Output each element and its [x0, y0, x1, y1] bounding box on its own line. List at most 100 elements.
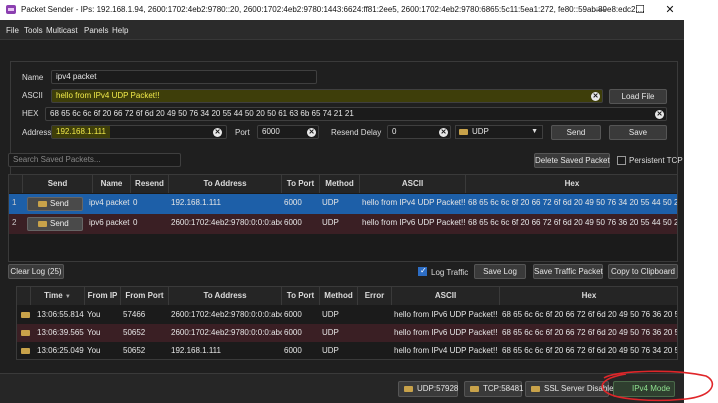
- menu-panels[interactable]: Panels: [84, 26, 108, 35]
- clear-hex-icon[interactable]: ✕: [655, 110, 664, 119]
- menu-multicast[interactable]: Multicast: [46, 26, 78, 35]
- traffic-log-table: Time ▼ From IP From Port To Address To P…: [16, 286, 678, 360]
- log-traffic-checkbox[interactable]: [418, 266, 427, 276]
- cell-hex: 68 65 6c 6c 6f 20 66 72 6f 6d 20 49 50 7…: [502, 346, 678, 355]
- load-file-button[interactable]: Load File: [609, 89, 667, 104]
- clear-address-icon[interactable]: ✕: [213, 128, 222, 137]
- col-method[interactable]: Method: [320, 287, 358, 305]
- menu-file[interactable]: File: [6, 26, 19, 35]
- send-icon: [38, 201, 47, 207]
- protocol-icon: [459, 129, 468, 135]
- clear-ascii-icon[interactable]: ✕: [591, 92, 600, 101]
- row-index-header: [17, 287, 31, 305]
- col-to-address[interactable]: To Address: [169, 175, 282, 193]
- col-resend[interactable]: Resend: [131, 175, 169, 193]
- udp-port-button[interactable]: UDP:57928: [398, 381, 458, 397]
- ssl-server-button[interactable]: SSL Server Disabled: [525, 381, 618, 397]
- ascii-label: ASCII: [22, 91, 43, 100]
- menu-help[interactable]: Help: [112, 26, 128, 35]
- col-time-label: Time: [44, 291, 63, 300]
- cell-ascii: hello from IPv4 UDP Packet!!: [394, 346, 498, 355]
- send-button[interactable]: Send: [551, 125, 601, 140]
- ascii-input[interactable]: hello from IPv4 UDP Packet!!: [51, 89, 603, 103]
- cell-to-port: 6000: [284, 310, 302, 319]
- col-error[interactable]: Error: [358, 287, 392, 305]
- desktop-background: [684, 0, 718, 403]
- save-button[interactable]: Save: [609, 125, 667, 140]
- app-icon: [6, 5, 16, 14]
- col-from-port[interactable]: From Port: [121, 287, 169, 305]
- col-to-address[interactable]: To Address: [169, 287, 282, 305]
- hex-input[interactable]: 68 65 6c 6c 6f 20 66 72 6f 6d 20 49 50 7…: [45, 107, 667, 121]
- col-ascii[interactable]: ASCII: [360, 175, 466, 193]
- hex-label: HEX: [22, 109, 39, 118]
- table-row[interactable]: 13:06:25.049 You 50652 192.168.1.111 600…: [17, 342, 678, 359]
- cell-time: 13:06:39.565: [37, 328, 84, 337]
- tcp-port-label: TCP:58481: [483, 384, 524, 393]
- table-row[interactable]: 1 Send ipv4 packet 0 192.168.1.111 6000 …: [9, 194, 678, 214]
- menu-tools[interactable]: Tools: [24, 26, 43, 35]
- minimize-button[interactable]: —: [590, 2, 610, 18]
- row-send-button[interactable]: Send: [27, 197, 83, 211]
- ip-mode-button[interactable]: IPv4 Mode: [613, 381, 675, 397]
- address-input[interactable]: 192.168.1.111: [51, 125, 227, 139]
- row-send-label: Send: [50, 199, 69, 208]
- col-to-port[interactable]: To Port: [282, 287, 320, 305]
- udp-icon: [404, 386, 413, 392]
- col-hex[interactable]: Hex: [466, 175, 677, 193]
- window-title: Packet Sender - IPs: 192.168.1.94, 2600:…: [21, 5, 645, 14]
- maximize-button[interactable]: ☐: [630, 2, 650, 18]
- protocol-select[interactable]: UDP ▼: [455, 125, 543, 139]
- cell-from-ip: You: [87, 328, 101, 337]
- col-from-ip[interactable]: From IP: [85, 287, 121, 305]
- persistent-tcp-checkbox[interactable]: [617, 156, 626, 165]
- clear-log-button[interactable]: Clear Log (25): [8, 264, 64, 279]
- cell-ascii: hello from IPv4 UDP Packet!!: [362, 198, 466, 207]
- clear-resend-icon[interactable]: ✕: [439, 128, 448, 137]
- col-hex[interactable]: Hex: [500, 287, 677, 305]
- cell-time: 13:06:55.814: [37, 310, 84, 319]
- cell-hex: 68 65 6c 6c 6f 20 66 72 6f 6d 20 49 50 7…: [468, 218, 678, 227]
- name-input[interactable]: ipv4 packet: [51, 70, 317, 84]
- sort-down-icon: ▼: [64, 294, 71, 300]
- cell-to-address: 192.168.1.111: [171, 346, 221, 355]
- cell-from-ip: You: [87, 310, 101, 319]
- cell-to-port: 6000: [284, 198, 302, 207]
- row-index-header: [9, 175, 23, 193]
- copy-to-clipboard-button[interactable]: Copy to Clipboard: [608, 264, 678, 279]
- row-number: 1: [12, 198, 17, 207]
- col-to-port[interactable]: To Port: [282, 175, 320, 193]
- delete-saved-button[interactable]: Delete Saved Packet: [534, 153, 610, 168]
- cell-hex: 68 65 6c 6c 6f 20 66 72 6f 6d 20 49 50 7…: [468, 198, 678, 207]
- row-send-button[interactable]: Send: [27, 217, 83, 231]
- table-row[interactable]: 2 Send ipv6 packet 0 2600:1702:4eb2:9780…: [9, 214, 678, 234]
- cell-time: 13:06:25.049: [37, 346, 84, 355]
- save-log-button[interactable]: Save Log: [474, 264, 526, 279]
- cell-resend: 0: [133, 198, 138, 207]
- col-ascii[interactable]: ASCII: [392, 287, 500, 305]
- status-bar: UDP:57928 TCP:58481 SSL Server Disabled …: [0, 373, 684, 403]
- cell-to-address: 2600:1702:4eb2:9780:0:0:0:abcd: [171, 328, 282, 337]
- saved-packets-table: Send Name Resend To Address To Port Meth…: [8, 174, 678, 262]
- col-send[interactable]: Send: [23, 175, 93, 193]
- ssl-icon: [531, 386, 540, 392]
- cell-to-address: 2600:1702:4eb2:9780:0:0:0:abcd: [171, 310, 282, 319]
- table-row[interactable]: 13:06:55.814 You 57466 2600:1702:4eb2:97…: [17, 306, 678, 324]
- cell-hex: 68 65 6c 6c 6f 20 66 72 6f 6d 20 49 50 7…: [502, 328, 678, 337]
- cell-resend: 0: [133, 218, 138, 227]
- col-time[interactable]: Time ▼: [31, 287, 85, 305]
- col-method[interactable]: Method: [320, 175, 360, 193]
- cell-from-port: 50652: [123, 328, 146, 337]
- cell-hex: 68 65 6c 6c 6f 20 66 72 6f 6d 20 49 50 7…: [502, 310, 678, 319]
- table-row[interactable]: 13:06:39.565 You 50652 2600:1702:4eb2:97…: [17, 324, 678, 342]
- cell-method: UDP: [322, 198, 339, 207]
- col-name[interactable]: Name: [93, 175, 131, 193]
- save-traffic-packet-button[interactable]: Save Traffic Packet: [533, 264, 603, 279]
- tcp-port-button[interactable]: TCP:58481: [464, 381, 524, 397]
- clear-port-icon[interactable]: ✕: [307, 128, 316, 137]
- cell-to-port: 6000: [284, 328, 302, 337]
- search-saved-input[interactable]: Search Saved Packets...: [8, 153, 181, 167]
- close-button[interactable]: ✕: [660, 2, 680, 18]
- name-label: Name: [22, 73, 44, 82]
- send-icon: [38, 221, 47, 227]
